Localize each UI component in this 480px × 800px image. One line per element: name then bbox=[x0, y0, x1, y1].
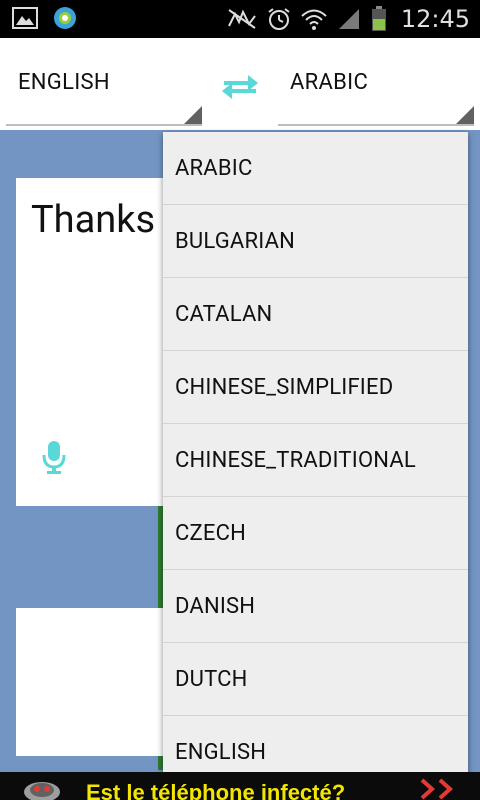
source-text-card[interactable]: Thanks bbox=[16, 178, 168, 506]
dropdown-option[interactable]: CZECH bbox=[163, 497, 468, 570]
target-language-spinner[interactable]: ARABIC bbox=[278, 66, 474, 126]
dropdown-corner-icon bbox=[456, 106, 474, 124]
status-notifications bbox=[12, 5, 78, 31]
status-system-icons: 12:45 bbox=[227, 0, 470, 38]
wifi-icon bbox=[301, 9, 327, 30]
app-notification-icon bbox=[54, 7, 76, 29]
arrow-icon bbox=[420, 778, 453, 800]
target-language-label: ARABIC bbox=[290, 70, 369, 95]
voice-input-button[interactable] bbox=[42, 440, 66, 478]
swap-icon bbox=[222, 75, 258, 99]
dropdown-option[interactable]: DANISH bbox=[163, 570, 468, 643]
dropdown-option[interactable]: CHINESE_SIMPLIFIED bbox=[163, 351, 468, 424]
signal-icon bbox=[338, 9, 359, 29]
dropdown-option[interactable]: DUTCH bbox=[163, 643, 468, 716]
source-language-spinner[interactable]: ENGLISH bbox=[6, 66, 202, 126]
gallery-icon bbox=[12, 7, 38, 29]
language-dropdown-list: ARABIC BULGARIAN CATALAN CHINESE_SIMPLIFIED… bbox=[163, 132, 468, 787]
dropdown-option[interactable]: ARABIC bbox=[163, 132, 468, 205]
microphone-icon bbox=[42, 441, 66, 474]
battery-icon bbox=[371, 6, 386, 31]
alarm-icon bbox=[268, 8, 290, 30]
language-bar: ENGLISH ARABIC bbox=[0, 38, 480, 130]
robot-icon bbox=[24, 782, 60, 800]
clock: 12:45 bbox=[400, 5, 470, 33]
status-bar: 12:45 bbox=[0, 0, 480, 38]
result-card bbox=[16, 608, 168, 756]
dropdown-option[interactable]: BULGARIAN bbox=[163, 205, 468, 278]
swap-languages-button[interactable] bbox=[220, 72, 260, 102]
ad-text: Est le téléphone infecté? bbox=[86, 780, 346, 800]
no-sim-icon bbox=[227, 9, 256, 29]
dropdown-option[interactable]: CATALAN bbox=[163, 278, 468, 351]
ad-banner[interactable]: Est le téléphone infecté? bbox=[0, 772, 480, 800]
source-text-input[interactable]: Thanks bbox=[31, 198, 155, 242]
dropdown-option[interactable]: CHINESE_TRADITIONAL bbox=[163, 424, 468, 497]
source-language-label: ENGLISH bbox=[18, 70, 110, 95]
dropdown-corner-icon bbox=[184, 106, 202, 124]
